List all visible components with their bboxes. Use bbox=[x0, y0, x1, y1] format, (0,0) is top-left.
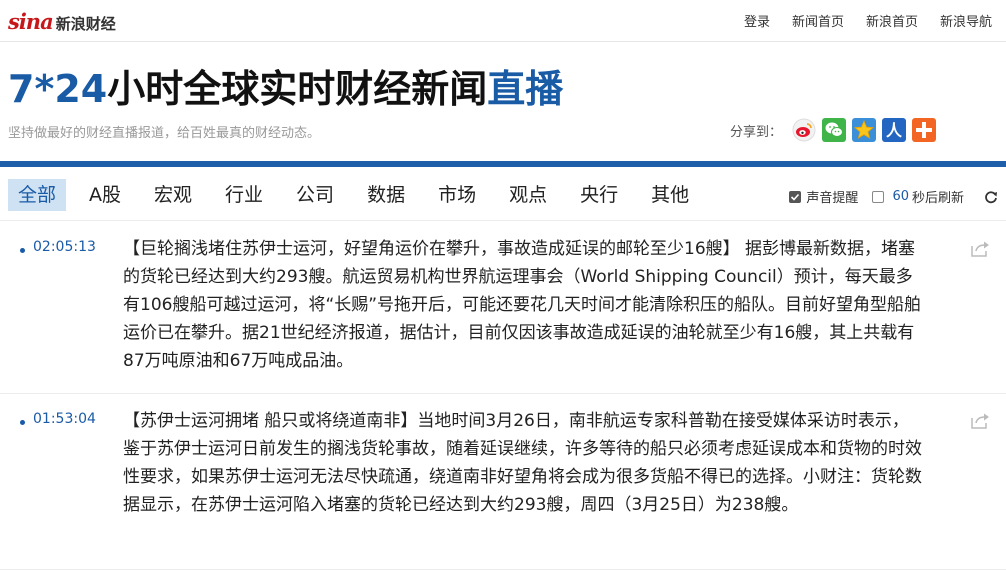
auto-refresh-checkbox[interactable] bbox=[872, 190, 885, 203]
qzone-icon[interactable] bbox=[852, 118, 876, 142]
top-links: 登录 新闻首页 新浪首页 新浪导航 bbox=[744, 11, 992, 30]
check-icon bbox=[791, 193, 800, 201]
tab-company[interactable]: 公司 bbox=[286, 179, 344, 211]
news-content: 【巨轮搁浅堵住苏伊士运河，好望角运价在攀升，事故造成延误的邮轮至少16艘】 据彭… bbox=[123, 239, 922, 371]
news-time: 02:05:13 bbox=[33, 239, 96, 255]
sina-nav-link[interactable]: 新浪导航 bbox=[940, 11, 992, 30]
share-bar: 分享到： 人 bbox=[730, 118, 936, 142]
page-subtitle: 坚持做最好的财经直播报道，给百姓最真的财经动态。 bbox=[8, 126, 321, 141]
more-icon[interactable] bbox=[912, 118, 936, 142]
top-bar: sina 新浪财经 登录 新闻首页 新浪首页 新浪导航 bbox=[0, 0, 1006, 42]
news-home-link[interactable]: 新闻首页 bbox=[792, 11, 844, 30]
title-prefix: 7*24 bbox=[8, 67, 108, 111]
sound-alert-label: 声音提醒 bbox=[806, 191, 859, 206]
sound-alert-checkbox[interactable] bbox=[789, 190, 802, 203]
logo-text: 新浪财经 bbox=[55, 15, 116, 33]
tab-other[interactable]: 其他 bbox=[641, 179, 699, 211]
category-tabs: 全部 A股 宏观 行业 公司 数据 市场 观点 央行 其他 bbox=[8, 179, 712, 211]
tab-all[interactable]: 全部 bbox=[8, 179, 67, 211]
share-label: 分享到： bbox=[729, 124, 782, 140]
page-title: 7*24小时全球实时财经新闻直播 bbox=[8, 58, 563, 113]
tab-a-shares[interactable]: A股 bbox=[79, 179, 131, 211]
timeline-dot bbox=[20, 420, 25, 425]
refresh-icon[interactable] bbox=[984, 190, 998, 204]
refresh-seconds: 60 bbox=[892, 189, 909, 204]
news-feed: 02:05:13 【巨轮搁浅堵住苏伊士运河，好望角运价在攀升，事故造成延误的邮轮… bbox=[0, 222, 1006, 570]
login-link[interactable]: 登录 bbox=[744, 11, 770, 30]
tab-industry[interactable]: 行业 bbox=[215, 179, 273, 211]
tab-market[interactable]: 市场 bbox=[428, 179, 486, 211]
sina-home-link[interactable]: 新浪首页 bbox=[866, 11, 918, 30]
tab-opinion[interactable]: 观点 bbox=[499, 179, 557, 211]
tab-macro[interactable]: 宏观 bbox=[144, 179, 202, 211]
title-middle: 小时全球实时财经新闻 bbox=[107, 67, 488, 111]
logo-sina-mark: sina bbox=[8, 9, 54, 34]
share-arrow-icon[interactable] bbox=[970, 412, 990, 434]
news-content: 【苏伊士运河拥堵 船只或将绕道南非】当地时间3月26日，南非航运专家科普勒在接受… bbox=[123, 411, 922, 515]
nav-controls: 声音提醒 60 秒后刷新 bbox=[789, 187, 998, 206]
news-item: 01:53:04 【苏伊士运河拥堵 船只或将绕道南非】当地时间3月26日，南非航… bbox=[0, 394, 1006, 570]
tab-data[interactable]: 数据 bbox=[357, 179, 415, 211]
sina-finance-logo[interactable]: sina 新浪财经 bbox=[8, 9, 116, 34]
share-arrow-icon[interactable] bbox=[970, 240, 990, 262]
news-time: 01:53:04 bbox=[33, 411, 96, 427]
tab-central-bank[interactable]: 央行 bbox=[570, 179, 628, 211]
title-suffix: 直播 bbox=[487, 67, 564, 111]
timeline-dot bbox=[20, 248, 25, 253]
refresh-label: 秒后刷新 bbox=[911, 191, 964, 206]
renren-icon[interactable]: 人 bbox=[882, 118, 906, 142]
news-item: 02:05:13 【巨轮搁浅堵住苏伊士运河，好望角运价在攀升，事故造成延误的邮轮… bbox=[0, 222, 1006, 394]
wechat-icon[interactable] bbox=[822, 118, 846, 142]
category-nav: 全部 A股 宏观 行业 公司 数据 市场 观点 央行 其他 声音提醒 60 秒后… bbox=[0, 167, 1006, 221]
weibo-icon[interactable] bbox=[792, 118, 816, 142]
svg-text:人: 人 bbox=[886, 121, 903, 140]
